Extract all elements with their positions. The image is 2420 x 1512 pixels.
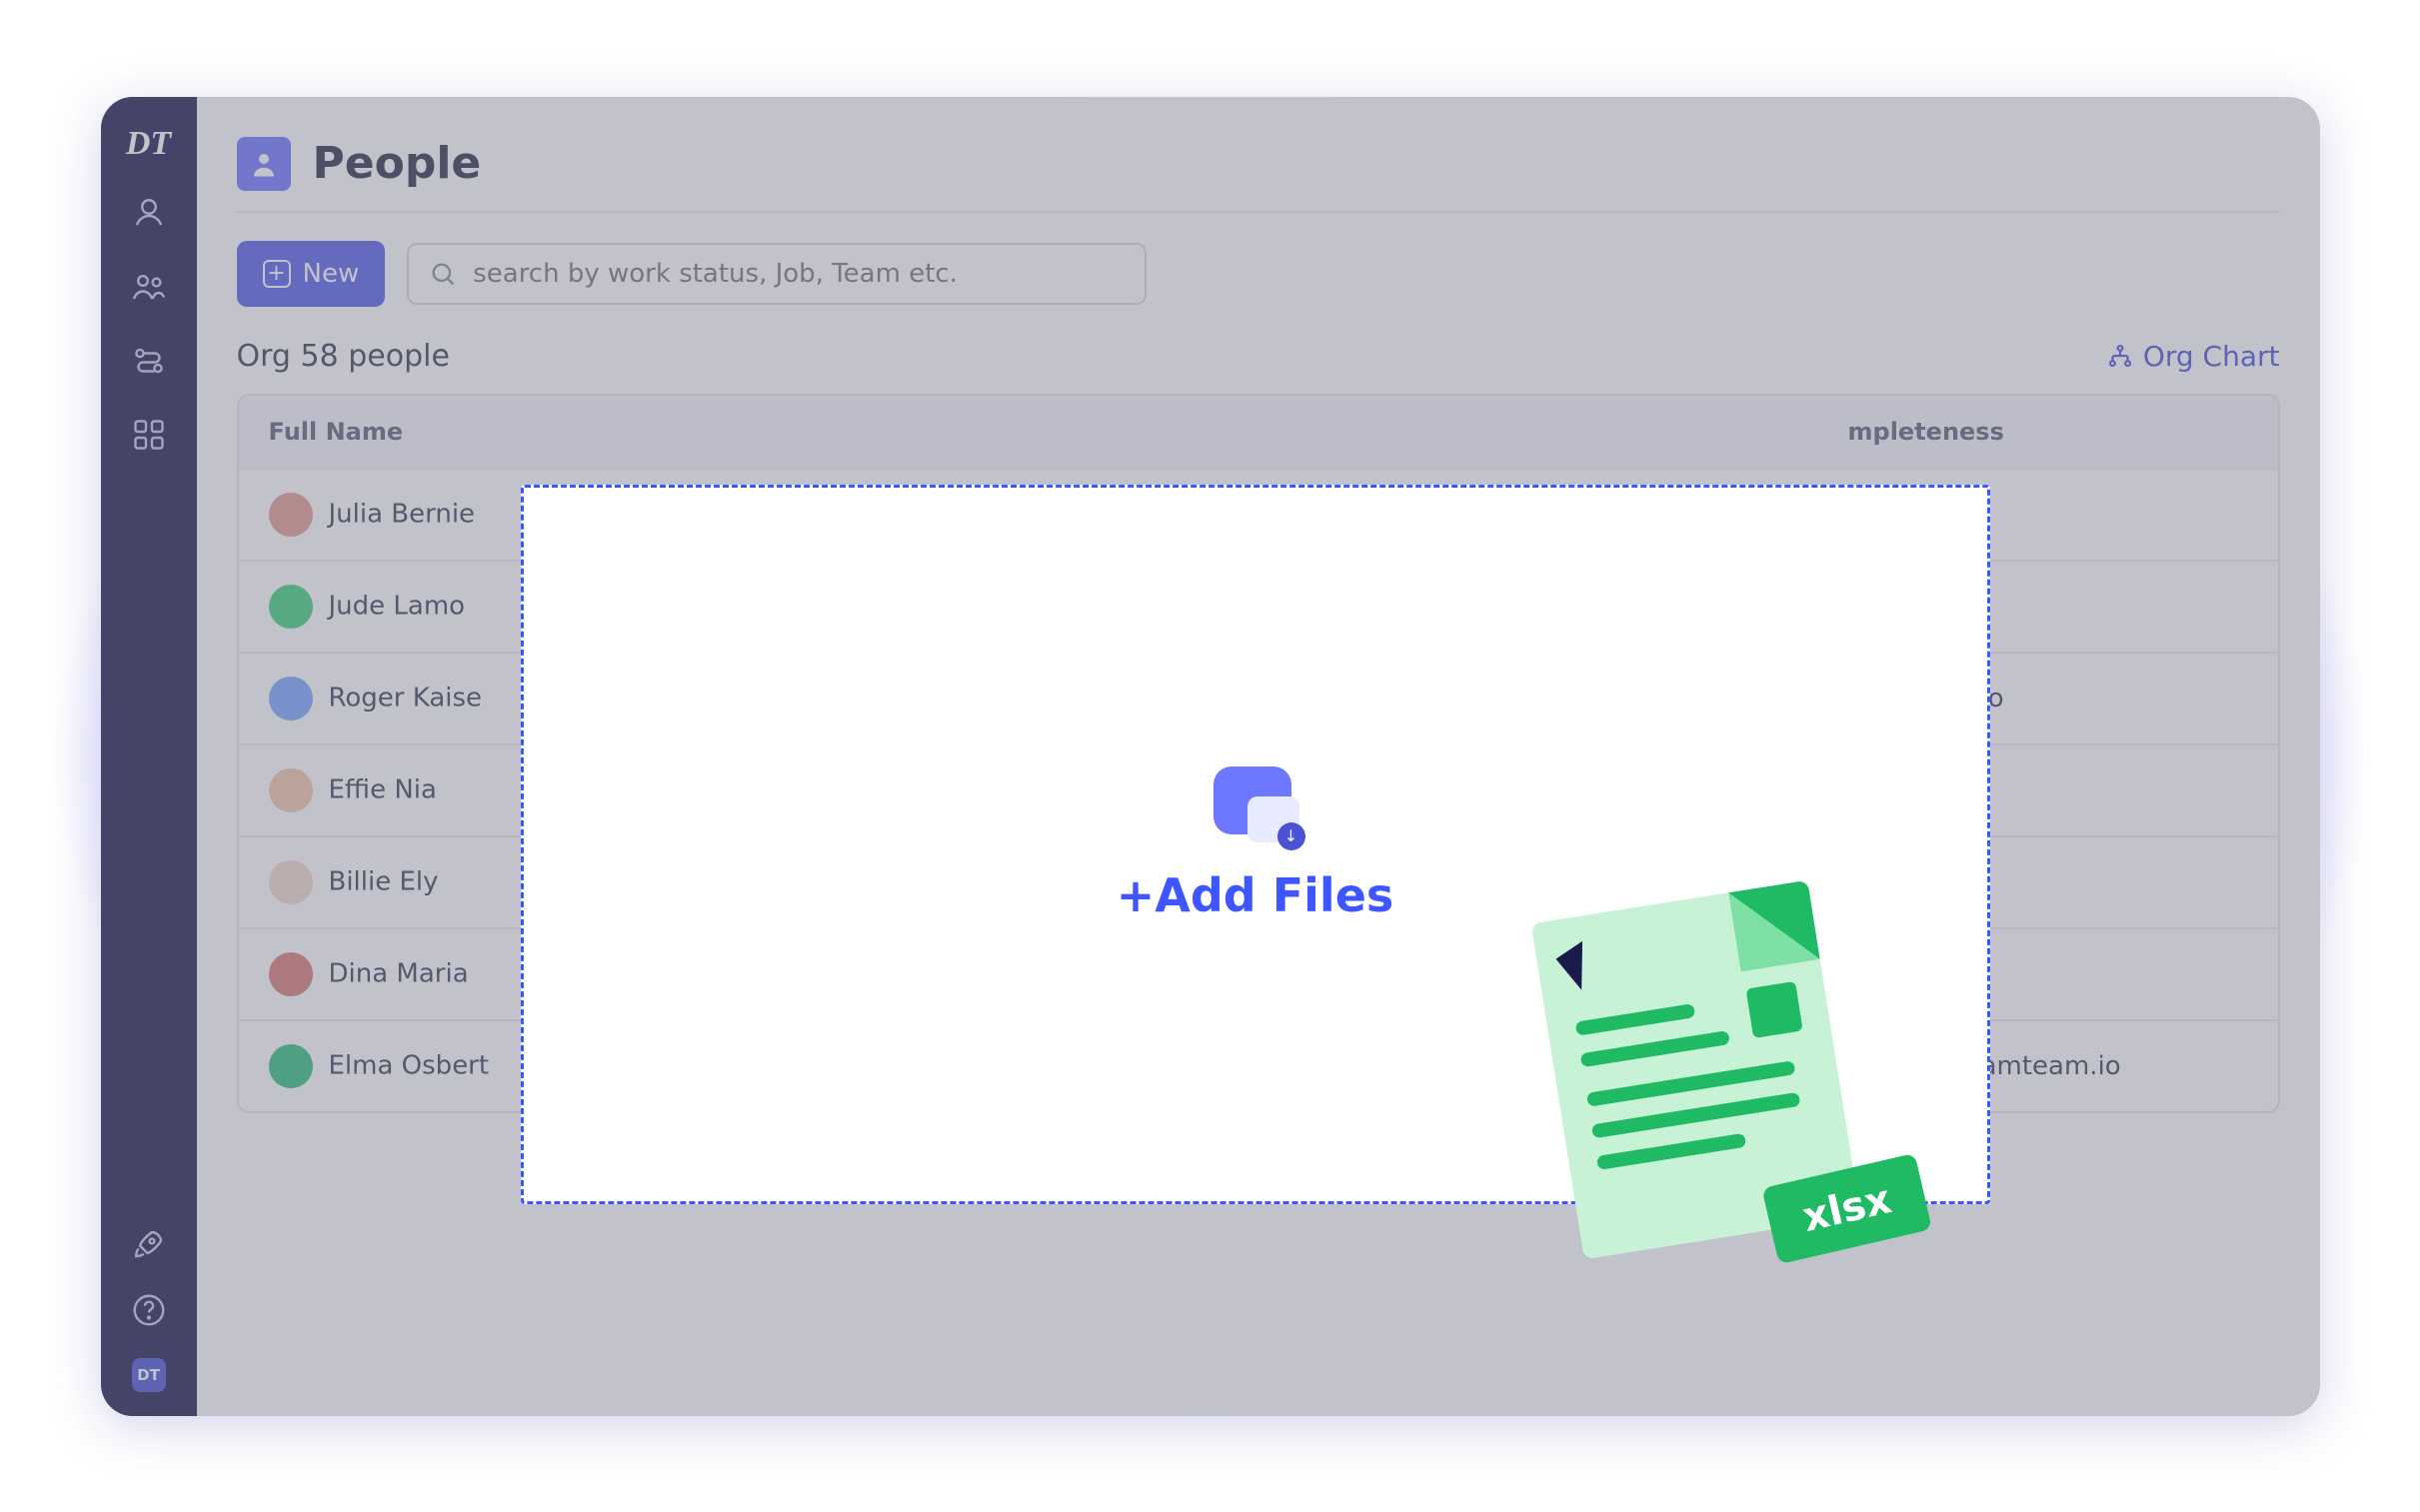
dropzone-label: +Add Files (1117, 868, 1394, 922)
download-badge-icon: ↓ (1277, 822, 1305, 850)
app-window: DT DT People + New (101, 97, 2320, 1416)
xlsx-file-illustration: xlsx (1530, 873, 1909, 1318)
dropzone-icon: ↓ (1213, 766, 1297, 840)
cursor-icon (1555, 940, 1604, 991)
